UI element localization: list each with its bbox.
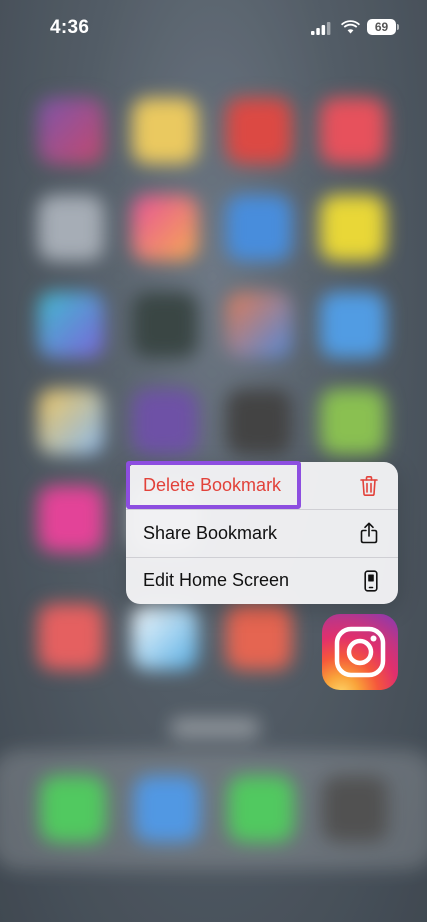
wifi-icon bbox=[341, 20, 360, 34]
phone-icon bbox=[364, 570, 378, 592]
battery-indicator: 69 bbox=[367, 19, 396, 35]
edit-home-screen-item[interactable]: Edit Home Screen bbox=[126, 556, 398, 604]
status-time: 4:36 bbox=[50, 17, 90, 38]
menu-item-label: Edit Home Screen bbox=[143, 570, 290, 591]
instagram-icon[interactable] bbox=[322, 614, 398, 690]
status-bar: 4:36 69 bbox=[0, 0, 427, 56]
share-icon bbox=[360, 522, 378, 544]
share-bookmark-item[interactable]: Share Bookmark bbox=[126, 509, 398, 556]
battery-tip bbox=[397, 24, 399, 30]
trash-icon bbox=[360, 475, 378, 496]
instagram-glyph bbox=[334, 626, 386, 678]
signal-icon bbox=[311, 22, 331, 35]
highlight-annotation bbox=[126, 461, 301, 509]
